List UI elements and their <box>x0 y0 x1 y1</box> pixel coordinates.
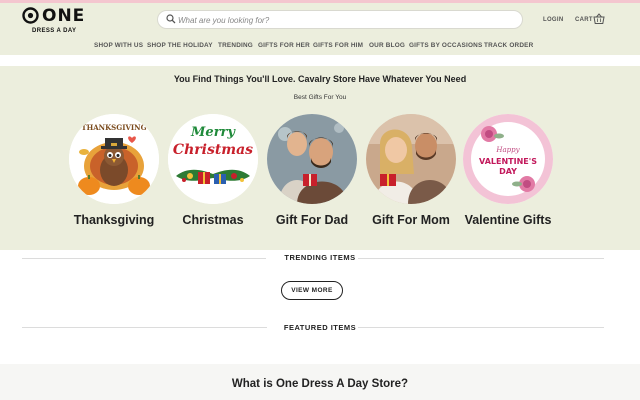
main-nav: SHOP WITH US SHOP THE HOLIDAY TRENDING G… <box>0 39 640 53</box>
nav-our-blog[interactable]: OUR BLOG <box>369 42 405 49</box>
valentine-art-text-3: DAY <box>499 167 517 176</box>
about-section: What is One Dress A Day Store? <box>0 364 640 400</box>
category-label-valentine-gifts[interactable]: Valentine Gifts <box>448 213 568 227</box>
about-title: What is One Dress A Day Store? <box>231 378 409 390</box>
search-icon[interactable] <box>166 14 176 24</box>
category-image-valentine-gifts[interactable]: Happy VALENTINE'S DAY <box>463 114 553 204</box>
christmas-art-text-1: Merry <box>190 125 236 140</box>
hero-title: You Find Things You'll Love. Cavalry Sto… <box>173 74 467 84</box>
search-bar <box>157 10 523 29</box>
valentine-art-text-2: VALENTINE'S <box>479 157 537 166</box>
mom-photo <box>366 114 456 204</box>
search-input[interactable] <box>178 13 508 27</box>
site-logo[interactable]: ONE DRESS A DAY <box>22 6 86 36</box>
view-more-button[interactable]: VIEW MORE <box>281 281 343 300</box>
nav-shop-with-us[interactable]: SHOP WITH US <box>94 42 143 49</box>
valentine-illustration: Happy VALENTINE'S DAY <box>463 114 553 204</box>
logo-tagline: DRESS A DAY <box>32 28 77 34</box>
turkey-illustration: THANKSGIVING <box>69 114 159 204</box>
christmas-art-text-2: Christmas <box>173 142 253 158</box>
basket-icon[interactable] <box>593 13 605 25</box>
category-image-thanksgiving[interactable]: THANKSGIVING <box>69 114 159 204</box>
category-image-gift-for-dad[interactable] <box>267 114 357 204</box>
divider-right <box>358 327 604 328</box>
cart-link[interactable]: CART <box>575 17 593 23</box>
category-gift-for-dad[interactable]: Gift For Dad <box>262 114 362 234</box>
thanksgiving-art-text: THANKSGIVING <box>81 123 146 132</box>
category-image-christmas[interactable]: Merry Christmas <box>168 114 258 204</box>
nav-track-order[interactable]: TRACK ORDER <box>484 42 533 49</box>
nav-trending[interactable]: TRENDING <box>218 42 253 49</box>
nav-gifts-by-occasions[interactable]: GIFTS BY OCCASIONS <box>409 42 482 49</box>
hero-subtitle: Best Gifts For You <box>293 94 347 101</box>
category-valentine-gifts[interactable]: Happy VALENTINE'S DAY Valentine Gifts <box>458 114 558 234</box>
divider-right <box>358 258 604 259</box>
site-header: ONE DRESS A DAY LOGIN CART SHOP WITH US … <box>0 3 640 55</box>
christmas-illustration: Merry Christmas <box>168 114 258 204</box>
nav-shop-the-holiday[interactable]: SHOP THE HOLIDAY <box>147 42 213 49</box>
hero-section: You Find Things You'll Love. Cavalry Sto… <box>0 66 640 250</box>
nav-gifts-for-her[interactable]: GIFTS FOR HER <box>258 42 310 49</box>
dad-photo <box>267 114 357 204</box>
category-thanksgiving[interactable]: THANKSGIVING Thanksgiving <box>64 114 164 234</box>
valentine-art-text-1: Happy <box>495 146 520 154</box>
category-christmas[interactable]: Merry Christmas Christmas <box>163 114 263 234</box>
category-gift-for-mom[interactable]: Gift For Mom <box>361 114 461 234</box>
login-link[interactable]: LOGIN <box>543 17 564 23</box>
nav-gifts-for-him[interactable]: GIFTS FOR HIM <box>313 42 363 49</box>
logo-wordmark: ONE <box>42 6 86 26</box>
category-image-gift-for-mom[interactable] <box>366 114 456 204</box>
logo-target-icon <box>22 7 39 24</box>
